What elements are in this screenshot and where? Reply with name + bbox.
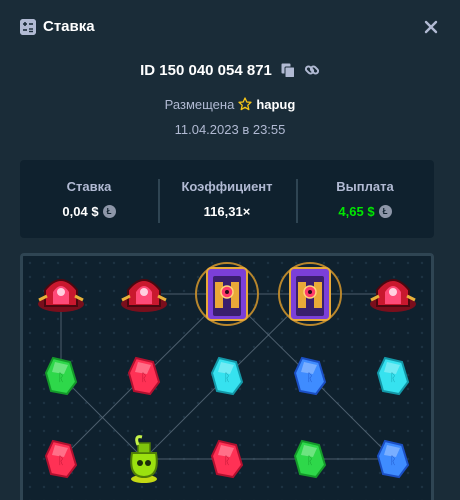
link-icon: [304, 65, 319, 75]
svg-text:ᚱ: ᚱ: [58, 371, 65, 384]
stat-bet: Ставка 0,04 $ Ł: [20, 179, 158, 219]
placed-by-row: Размещена hapug: [0, 94, 460, 114]
modal-header: Ставка: [0, 0, 460, 54]
modal-title: Ставка: [43, 18, 95, 35]
stat-multiplier: Коэффициент 116,31×: [158, 179, 296, 223]
svg-text:ᚱ: ᚱ: [224, 371, 231, 384]
svg-text:ᚱ: ᚱ: [307, 371, 314, 384]
copy-icon: [281, 63, 295, 78]
stat-bet-label: Ставка: [66, 179, 112, 194]
stat-multiplier-value: 116,31×: [203, 204, 251, 219]
copy-button[interactable]: [280, 62, 296, 78]
stat-bet-value-wrap: 0,04 $ Ł: [62, 204, 116, 219]
close-icon: [424, 20, 438, 34]
litecoin-icon: Ł: [102, 205, 116, 218]
bet-datetime: 11.04.2023 в 23:55: [174, 122, 286, 137]
bet-stats-panel: Ставка 0,04 $ Ł Коэффициент 116,31× Выпл…: [20, 160, 434, 238]
svg-text:ᚱ: ᚱ: [307, 454, 314, 467]
share-link-button[interactable]: [304, 62, 320, 78]
star-icon: [238, 97, 252, 111]
username-link[interactable]: hapug: [256, 97, 295, 112]
placed-label: Размещена: [164, 96, 235, 112]
stat-payout-label: Выплата: [336, 179, 394, 194]
bet-id-row: ID 150 040 054 871: [0, 58, 460, 82]
svg-text:ᚱ: ᚱ: [390, 371, 397, 384]
game-board: ᚱ ᚱ ᚱ ᚱ ᚱ ᚱ ᚱ ᚱ ᚱ: [20, 253, 434, 500]
litecoin-icon: Ł: [378, 205, 392, 218]
stat-payout-value-wrap: 4,65 $ Ł: [338, 204, 392, 219]
svg-text:ᚱ: ᚱ: [141, 371, 148, 384]
stat-payout: Выплата 4,65 $ Ł: [296, 179, 434, 223]
stat-payout-value: 4,65 $: [338, 204, 375, 219]
bet-id: ID 150 040 054 871: [140, 61, 272, 79]
bet-slip-icon: [20, 19, 36, 35]
svg-text:ᚱ: ᚱ: [58, 454, 65, 467]
svg-text:ᚱ: ᚱ: [390, 454, 397, 467]
close-button[interactable]: [422, 18, 440, 36]
svg-text:ᚱ: ᚱ: [224, 454, 231, 467]
stat-multiplier-label: Коэффициент: [181, 179, 273, 194]
stat-bet-value: 0,04 $: [62, 204, 99, 219]
game-board-canvas: ᚱ ᚱ ᚱ ᚱ ᚱ ᚱ ᚱ ᚱ ᚱ: [23, 256, 431, 500]
